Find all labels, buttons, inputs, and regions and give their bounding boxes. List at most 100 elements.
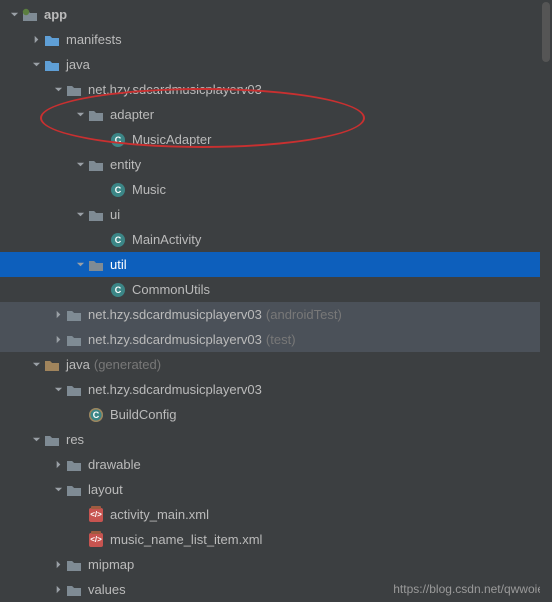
xml-icon: </> <box>88 532 104 548</box>
expand-arrow-icon[interactable] <box>28 432 44 448</box>
tree-item-label: MainActivity <box>132 232 201 247</box>
package-icon <box>66 582 82 598</box>
tree-row-music[interactable]: C Music <box>0 177 552 202</box>
expand-arrow-icon[interactable] <box>28 32 44 48</box>
project-tree[interactable]: app manifests java net.hzy.sdcardmusicpl… <box>0 0 552 602</box>
package-icon <box>66 482 82 498</box>
tree-item-label: java <box>66 357 90 372</box>
class-gen-icon: C <box>88 407 104 423</box>
expand-arrow-icon[interactable] <box>50 557 66 573</box>
tree-item-label: net.hzy.sdcardmusicplayerv03 <box>88 382 262 397</box>
expand-arrow-icon[interactable] <box>72 157 88 173</box>
tree-row-ui[interactable]: ui <box>0 202 552 227</box>
expand-arrow-icon[interactable] <box>28 357 44 373</box>
package-icon <box>66 382 82 398</box>
expand-arrow-icon[interactable] <box>72 257 88 273</box>
tree-item-label: values <box>88 582 126 597</box>
tree-item-label: app <box>44 7 67 22</box>
tree-item-label: layout <box>88 482 123 497</box>
package-icon <box>88 257 104 273</box>
tree-item-label: res <box>66 432 84 447</box>
tree-row-manifests[interactable]: manifests <box>0 27 552 52</box>
scrollbar-thumb[interactable] <box>542 2 550 62</box>
expand-arrow-icon[interactable] <box>50 332 66 348</box>
no-arrow <box>94 132 110 148</box>
tree-item-label: manifests <box>66 32 122 47</box>
no-arrow <box>72 407 88 423</box>
tree-row-net-hzy-sdcardmusicplayerv03[interactable]: net.hzy.sdcardmusicplayerv03 (androidTest… <box>0 302 552 327</box>
tree-item-label: net.hzy.sdcardmusicplayerv03 <box>88 332 262 347</box>
tree-row-util[interactable]: util <box>0 252 552 277</box>
package-icon <box>66 457 82 473</box>
tree-row-layout[interactable]: layout <box>0 477 552 502</box>
tree-item-label: drawable <box>88 457 141 472</box>
tree-row-mainactivity[interactable]: C MainActivity <box>0 227 552 252</box>
tree-row-net-hzy-sdcardmusicplayerv03[interactable]: net.hzy.sdcardmusicplayerv03 (test) <box>0 327 552 352</box>
watermark-text: https://blog.csdn.net/qwwoie <box>393 582 544 596</box>
expand-arrow-icon[interactable] <box>50 582 66 598</box>
tree-item-label: util <box>110 257 127 272</box>
tree-item-label: ui <box>110 207 120 222</box>
tree-row-musicadapter[interactable]: C MusicAdapter <box>0 127 552 152</box>
tree-row-res[interactable]: res <box>0 427 552 452</box>
tree-row-net-hzy-sdcardmusicplayerv03[interactable]: net.hzy.sdcardmusicplayerv03 <box>0 377 552 402</box>
tree-item-label: CommonUtils <box>132 282 210 297</box>
tree-item-suffix: (test) <box>266 332 296 347</box>
expand-arrow-icon[interactable] <box>72 207 88 223</box>
tree-row-net-hzy-sdcardmusicplayerv03[interactable]: net.hzy.sdcardmusicplayerv03 <box>0 77 552 102</box>
folder-gen-icon <box>44 357 60 373</box>
tree-item-label: Music <box>132 182 166 197</box>
expand-arrow-icon[interactable] <box>28 57 44 73</box>
class-icon: C <box>110 282 126 298</box>
expand-arrow-icon[interactable] <box>50 482 66 498</box>
vertical-scrollbar[interactable] <box>540 0 552 602</box>
package-icon <box>66 557 82 573</box>
tree-item-label: MusicAdapter <box>132 132 211 147</box>
expand-arrow-icon[interactable] <box>50 307 66 323</box>
tree-row-java[interactable]: java (generated) <box>0 352 552 377</box>
folder-res-icon <box>44 432 60 448</box>
tree-item-label: entity <box>110 157 141 172</box>
package-icon <box>66 332 82 348</box>
tree-row-adapter[interactable]: adapter <box>0 102 552 127</box>
tree-row-java[interactable]: java <box>0 52 552 77</box>
tree-row-commonutils[interactable]: C CommonUtils <box>0 277 552 302</box>
class-icon: C <box>110 132 126 148</box>
xml-icon: </> <box>88 507 104 523</box>
class-icon: C <box>110 182 126 198</box>
package-icon <box>66 307 82 323</box>
no-arrow <box>94 182 110 198</box>
expand-arrow-icon[interactable] <box>50 382 66 398</box>
folder-blue-icon <box>44 32 60 48</box>
folder-blue-icon <box>44 57 60 73</box>
tree-row-mipmap[interactable]: mipmap <box>0 552 552 577</box>
expand-arrow-icon[interactable] <box>50 82 66 98</box>
no-arrow <box>72 507 88 523</box>
tree-item-suffix: (generated) <box>94 357 161 372</box>
no-arrow <box>72 532 88 548</box>
tree-item-label: BuildConfig <box>110 407 177 422</box>
tree-item-label: net.hzy.sdcardmusicplayerv03 <box>88 82 262 97</box>
tree-item-label: java <box>66 57 90 72</box>
no-arrow <box>94 282 110 298</box>
expand-arrow-icon[interactable] <box>72 107 88 123</box>
tree-item-suffix: (androidTest) <box>266 307 342 322</box>
class-icon: C <box>110 232 126 248</box>
module-icon <box>22 7 38 23</box>
tree-item-label: adapter <box>110 107 154 122</box>
package-icon <box>88 107 104 123</box>
tree-row-buildconfig[interactable]: C BuildConfig <box>0 402 552 427</box>
package-icon <box>88 157 104 173</box>
tree-item-label: mipmap <box>88 557 134 572</box>
expand-arrow-icon[interactable] <box>6 7 22 23</box>
tree-row-drawable[interactable]: drawable <box>0 452 552 477</box>
tree-item-label: music_name_list_item.xml <box>110 532 262 547</box>
no-arrow <box>94 232 110 248</box>
expand-arrow-icon[interactable] <box>50 457 66 473</box>
package-icon <box>66 82 82 98</box>
tree-row-activity-main-xml[interactable]: </>activity_main.xml <box>0 502 552 527</box>
tree-row-app[interactable]: app <box>0 2 552 27</box>
tree-row-music-name-list-item-xml[interactable]: </> music_name_list_item.xml <box>0 527 552 552</box>
tree-row-entity[interactable]: entity <box>0 152 552 177</box>
tree-item-label: net.hzy.sdcardmusicplayerv03 <box>88 307 262 322</box>
